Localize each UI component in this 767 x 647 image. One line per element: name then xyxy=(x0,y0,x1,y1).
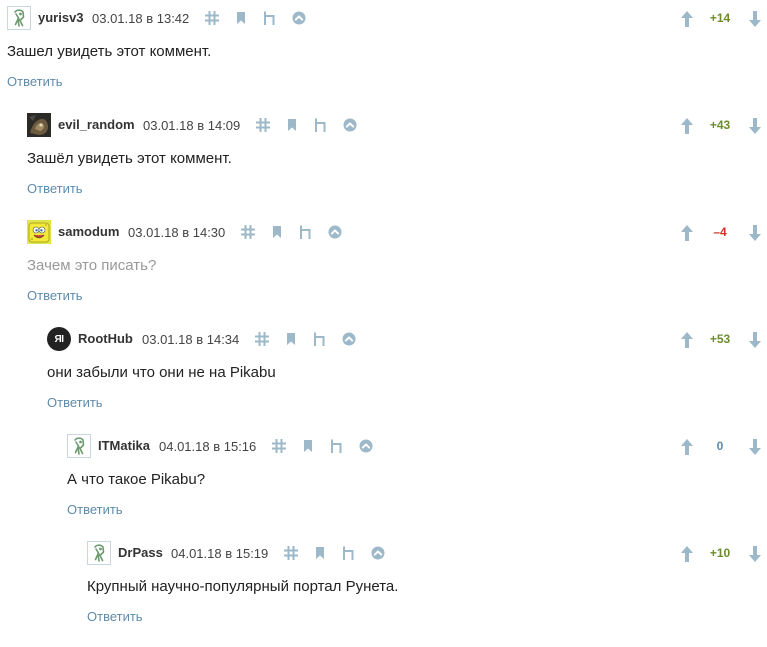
hash-icon[interactable] xyxy=(248,112,277,138)
comment-timestamp[interactable]: 03.01.18 в 14:30 xyxy=(128,225,225,240)
avatar[interactable] xyxy=(67,434,91,458)
avatar[interactable] xyxy=(27,220,51,244)
username[interactable]: samodum xyxy=(58,224,119,239)
vote-widget: +14 xyxy=(677,5,767,31)
arrow-up-circle-icon[interactable] xyxy=(351,433,380,459)
avatar[interactable] xyxy=(7,6,31,30)
arrow-up-icon[interactable] xyxy=(677,116,697,136)
comment-timestamp[interactable]: 04.01.18 в 15:16 xyxy=(159,439,256,454)
comment-score: 0 xyxy=(716,439,724,453)
comment-header: evil_random 03.01.18 в 14:09 +43 xyxy=(27,112,767,138)
hash-icon[interactable] xyxy=(233,219,262,245)
avatar-logo-text: ЯI xyxy=(54,333,64,345)
arrow-up-icon[interactable] xyxy=(677,223,697,243)
avatar[interactable] xyxy=(27,113,51,137)
hash-icon[interactable] xyxy=(276,540,305,566)
arrow-up-circle-icon[interactable] xyxy=(284,5,313,31)
reply-link[interactable]: Ответить xyxy=(27,288,83,303)
arrow-up-icon[interactable] xyxy=(677,437,697,457)
comment: yurisv3 03.01.18 в 13:42 +14 Зашел увиде… xyxy=(7,5,767,112)
parent-link-icon[interactable] xyxy=(291,219,320,245)
comments-thread: yurisv3 03.01.18 в 13:42 +14 Зашел увиде… xyxy=(0,0,767,625)
comment-score: +43 xyxy=(709,118,731,132)
vote-widget: 0 xyxy=(677,433,767,459)
vote-widget: +43 xyxy=(677,112,767,138)
comment-meta: 03.01.18 в 14:34 xyxy=(142,326,363,352)
username[interactable]: ITMatika xyxy=(98,438,150,453)
arrow-down-icon[interactable] xyxy=(745,223,765,243)
comment-timestamp[interactable]: 03.01.18 в 13:42 xyxy=(92,11,189,26)
username[interactable]: RootHub xyxy=(78,331,133,346)
comment: samodum 03.01.18 в 14:30 –4 Зачем это пи… xyxy=(27,219,767,326)
arrow-up-circle-icon[interactable] xyxy=(334,326,363,352)
comment-text: Зашел увидеть этот коммент. xyxy=(7,43,212,60)
comment-header: ITMatika 04.01.18 в 15:16 0 xyxy=(67,433,767,459)
comment-header: samodum 03.01.18 в 14:30 –4 xyxy=(27,219,767,245)
vote-widget: +10 xyxy=(677,540,767,566)
comment-text: Крупный научно-популярный портал Рунета. xyxy=(87,578,399,595)
comment-timestamp[interactable]: 03.01.18 в 14:09 xyxy=(143,118,240,133)
hash-icon[interactable] xyxy=(247,326,276,352)
parent-link-icon[interactable] xyxy=(306,112,335,138)
arrow-up-circle-icon[interactable] xyxy=(363,540,392,566)
arrow-down-icon[interactable] xyxy=(745,544,765,564)
parent-link-icon[interactable] xyxy=(305,326,334,352)
bookmark-icon[interactable] xyxy=(276,326,305,352)
arrow-down-icon[interactable] xyxy=(745,9,765,29)
comment: ITMatika 04.01.18 в 15:16 0 А что такое … xyxy=(67,433,767,540)
reply-link[interactable]: Ответить xyxy=(87,609,143,624)
arrow-up-icon[interactable] xyxy=(677,9,697,29)
arrow-down-icon[interactable] xyxy=(745,116,765,136)
reply-link[interactable]: Ответить xyxy=(67,502,123,517)
hash-icon[interactable] xyxy=(264,433,293,459)
reply-link[interactable]: Ответить xyxy=(27,181,83,196)
avatar[interactable] xyxy=(87,541,111,565)
parent-link-icon[interactable] xyxy=(322,433,351,459)
comment-meta: 04.01.18 в 15:16 xyxy=(159,433,380,459)
comment-meta: 03.01.18 в 14:09 xyxy=(143,112,364,138)
comment-meta: 03.01.18 в 13:42 xyxy=(92,5,313,31)
comment-text: А что такое Pikabu? xyxy=(67,471,206,488)
comment-text: Зачем это писать? xyxy=(27,257,157,274)
arrow-up-icon[interactable] xyxy=(677,330,697,350)
comment: DrPass 04.01.18 в 15:19 +10 Крупный науч… xyxy=(87,540,767,647)
vote-widget: +53 xyxy=(677,326,767,352)
comment-header: yurisv3 03.01.18 в 13:42 +14 xyxy=(7,5,767,31)
comment-timestamp[interactable]: 04.01.18 в 15:19 xyxy=(171,546,268,561)
bookmark-icon[interactable] xyxy=(226,5,255,31)
comment: ЯI RootHub 03.01.18 в 14:34 +53 они забы… xyxy=(47,326,767,433)
avatar[interactable]: ЯI xyxy=(47,327,71,351)
comment-text: Зашёл увидеть этот коммент. xyxy=(27,150,232,167)
arrow-up-circle-icon[interactable] xyxy=(320,219,349,245)
comment-header: ЯI RootHub 03.01.18 в 14:34 +53 xyxy=(47,326,767,352)
arrow-up-icon[interactable] xyxy=(677,544,697,564)
comment-score: +14 xyxy=(709,11,731,25)
comment-score: –4 xyxy=(713,225,727,239)
username[interactable]: yurisv3 xyxy=(38,10,84,25)
arrow-up-circle-icon[interactable] xyxy=(335,112,364,138)
comment: evil_random 03.01.18 в 14:09 +43 Зашёл у… xyxy=(27,112,767,219)
comment-meta: 04.01.18 в 15:19 xyxy=(171,540,392,566)
username[interactable]: evil_random xyxy=(58,117,135,132)
comment-text: они забыли что они не на Pikabu xyxy=(47,364,276,381)
arrow-down-icon[interactable] xyxy=(745,437,765,457)
bookmark-icon[interactable] xyxy=(305,540,334,566)
comment-score: +10 xyxy=(709,546,731,560)
bookmark-icon[interactable] xyxy=(262,219,291,245)
hash-icon[interactable] xyxy=(197,5,226,31)
comment-score: +53 xyxy=(709,332,731,346)
vote-widget: –4 xyxy=(677,219,767,245)
comment-meta: 03.01.18 в 14:30 xyxy=(128,219,349,245)
parent-link-icon[interactable] xyxy=(255,5,284,31)
arrow-down-icon[interactable] xyxy=(745,330,765,350)
reply-link[interactable]: Ответить xyxy=(47,395,103,410)
comment-header: DrPass 04.01.18 в 15:19 +10 xyxy=(87,540,767,566)
reply-link[interactable]: Ответить xyxy=(7,74,63,89)
username[interactable]: DrPass xyxy=(118,545,163,560)
parent-link-icon[interactable] xyxy=(334,540,363,566)
bookmark-icon[interactable] xyxy=(293,433,322,459)
comment-timestamp[interactable]: 03.01.18 в 14:34 xyxy=(142,332,239,347)
bookmark-icon[interactable] xyxy=(277,112,306,138)
